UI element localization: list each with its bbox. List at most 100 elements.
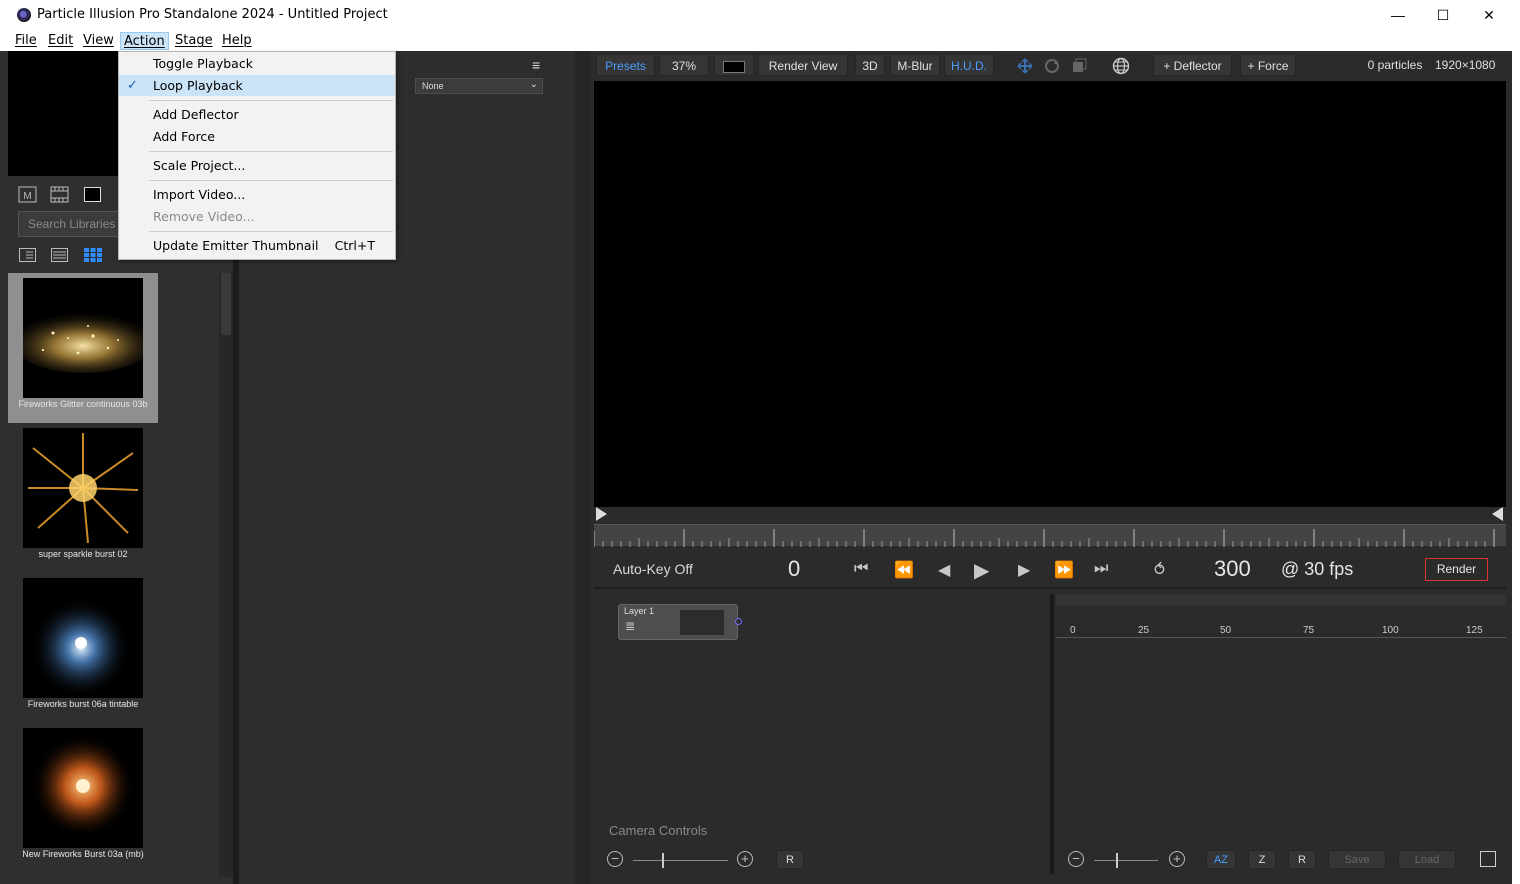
preset-thumbnail[interactable]: super sparkle burst 02: [8, 423, 158, 573]
menu-help[interactable]: Help: [219, 32, 255, 50]
graph-reset-button[interactable]: R: [1288, 850, 1316, 869]
zoom-out-icon[interactable]: −: [607, 851, 623, 867]
window-edge: [1512, 51, 1520, 884]
zoom-out-icon[interactable]: −: [1068, 851, 1084, 867]
panel-menu-icon[interactable]: ≡: [532, 57, 540, 73]
menu-item-scale-project[interactable]: Scale Project...: [119, 155, 395, 176]
background-color-button[interactable]: [714, 54, 754, 76]
list-view-icon[interactable]: [50, 246, 70, 264]
move-icon[interactable]: [1017, 58, 1033, 74]
menu-stage[interactable]: Stage: [172, 32, 216, 50]
menu-item-label: Add Deflector: [153, 107, 239, 122]
slider-knob[interactable]: [662, 853, 664, 868]
rewind-icon[interactable]: ⏪: [894, 560, 914, 580]
grid-view-icon[interactable]: [83, 246, 103, 264]
ruler-ticks: [594, 529, 1495, 547]
zoom-in-icon[interactable]: +: [1169, 851, 1185, 867]
layer-menu-icon[interactable]: ≣: [625, 619, 635, 633]
last-frame-icon[interactable]: ⏭: [1094, 560, 1108, 578]
render-button[interactable]: Render: [1425, 558, 1488, 581]
title-bar: Particle Illusion Pro Standalone 2024 - …: [0, 0, 1520, 30]
menu-item-import-video[interactable]: Import Video...: [119, 184, 395, 205]
node-graph[interactable]: Layer 1 ≣: [594, 594, 1052, 846]
3d-toggle[interactable]: 3D: [855, 54, 885, 76]
menu-item-add-deflector[interactable]: Add Deflector: [119, 104, 395, 125]
detail-view-icon[interactable]: [18, 246, 38, 264]
library-scrollbar[interactable]: [219, 273, 233, 877]
window-title: Particle Illusion Pro Standalone 2024 - …: [37, 7, 388, 22]
autokey-toggle[interactable]: Auto-Key Off: [613, 561, 693, 577]
menu-item-update-emitter-thumbnail[interactable]: Update Emitter Thumbnail Ctrl+T: [119, 235, 395, 256]
svg-text:M: M: [23, 191, 31, 202]
render-view-dropdown[interactable]: Render View: [758, 54, 848, 76]
menu-view[interactable]: View: [80, 32, 117, 50]
hud-toggle[interactable]: H.U.D.: [944, 54, 994, 76]
tick-label: 50: [1220, 625, 1232, 636]
step-back-icon[interactable]: ◀: [938, 560, 950, 580]
menu-item-add-force[interactable]: Add Force: [119, 126, 395, 147]
keyframe-graph[interactable]: 0 25 50 75 100 125: [1056, 594, 1506, 846]
step-forward-icon[interactable]: ▶: [1018, 560, 1030, 580]
preset-image: [23, 578, 143, 698]
tick-label: 25: [1138, 625, 1150, 636]
scrollbar-thumb[interactable]: [221, 273, 231, 335]
maximize-button[interactable]: ☐: [1420, 0, 1466, 30]
add-deflector-button[interactable]: + Deflector: [1153, 54, 1232, 76]
graph-splitter[interactable]: [1050, 594, 1054, 874]
menu-item-toggle-playback[interactable]: Toggle Playback: [119, 53, 395, 74]
menu-action[interactable]: Action: [120, 32, 169, 50]
timeline-ruler[interactable]: [594, 524, 1506, 547]
out-point-marker[interactable]: [1492, 507, 1503, 521]
graph-az-button[interactable]: AZ: [1206, 850, 1236, 869]
graph-save-button[interactable]: Save: [1328, 850, 1386, 869]
motion-blur-toggle[interactable]: M-Blur: [890, 54, 940, 76]
end-frame-field[interactable]: 300: [1214, 556, 1251, 582]
menu-item-loop-playback[interactable]: ✓ Loop Playback: [119, 75, 395, 96]
tick-label: 75: [1303, 625, 1315, 636]
graph-z-button[interactable]: Z: [1248, 850, 1276, 869]
menu-file[interactable]: File: [12, 32, 40, 50]
tick-label: 100: [1382, 625, 1399, 636]
loop-icon[interactable]: ⥀: [1154, 560, 1165, 580]
minimize-button[interactable]: —: [1375, 0, 1421, 30]
panel-splitter[interactable]: [575, 51, 590, 884]
scale-icon[interactable]: [1071, 58, 1087, 74]
fast-forward-icon[interactable]: ⏩: [1054, 560, 1074, 580]
play-icon[interactable]: ▶: [974, 558, 989, 583]
maximize-icon: ☐: [1436, 6, 1450, 23]
layer-output-port[interactable]: [735, 618, 742, 625]
graph-header: [1056, 594, 1506, 606]
black-square-icon[interactable]: [83, 186, 103, 204]
graph-zoom-slider[interactable]: [1094, 853, 1158, 868]
particle-count: 0 particles: [1367, 58, 1423, 72]
zoom-in-icon[interactable]: +: [737, 851, 753, 867]
mode-m-icon[interactable]: M: [18, 186, 38, 204]
stage-viewport[interactable]: [594, 81, 1506, 507]
menu-separator: [149, 231, 393, 232]
action-menu-dropdown: Toggle Playback ✓ Loop Playback Add Defl…: [118, 51, 396, 260]
rotate-icon[interactable]: [1044, 58, 1060, 74]
layer-node[interactable]: Layer 1 ≣: [618, 604, 742, 640]
in-point-marker[interactable]: [596, 507, 607, 521]
slider-knob[interactable]: [1116, 853, 1118, 868]
camera-zoom-slider[interactable]: [633, 853, 728, 868]
current-frame-field[interactable]: 0: [788, 556, 800, 582]
film-strip-icon[interactable]: [50, 186, 70, 204]
panel-separator: [594, 587, 1506, 589]
preset-thumbnail[interactable]: Fireworks Glitter continuous 03b: [8, 273, 158, 423]
graph-expand-button[interactable]: [1480, 851, 1496, 867]
preset-caption: super sparkle burst 02: [38, 549, 128, 559]
emitter-select[interactable]: None ⌄: [415, 78, 543, 94]
zoom-dropdown[interactable]: 37%: [659, 54, 709, 76]
preset-thumbnail[interactable]: Fireworks burst 06a tintable: [8, 573, 158, 723]
presets-button[interactable]: Presets: [596, 54, 655, 76]
graph-load-button[interactable]: Load: [1398, 850, 1456, 869]
preset-thumbnail[interactable]: New Fireworks Burst 03a (mb): [8, 723, 158, 873]
close-button[interactable]: ✕: [1466, 0, 1512, 30]
add-force-button[interactable]: + Force: [1240, 54, 1296, 76]
menu-edit[interactable]: Edit: [45, 32, 76, 50]
camera-reset-button[interactable]: R: [776, 850, 804, 869]
first-frame-icon[interactable]: ⏮: [854, 560, 868, 578]
layer-label: Layer 1: [624, 606, 655, 616]
globe-icon[interactable]: [1112, 57, 1130, 75]
